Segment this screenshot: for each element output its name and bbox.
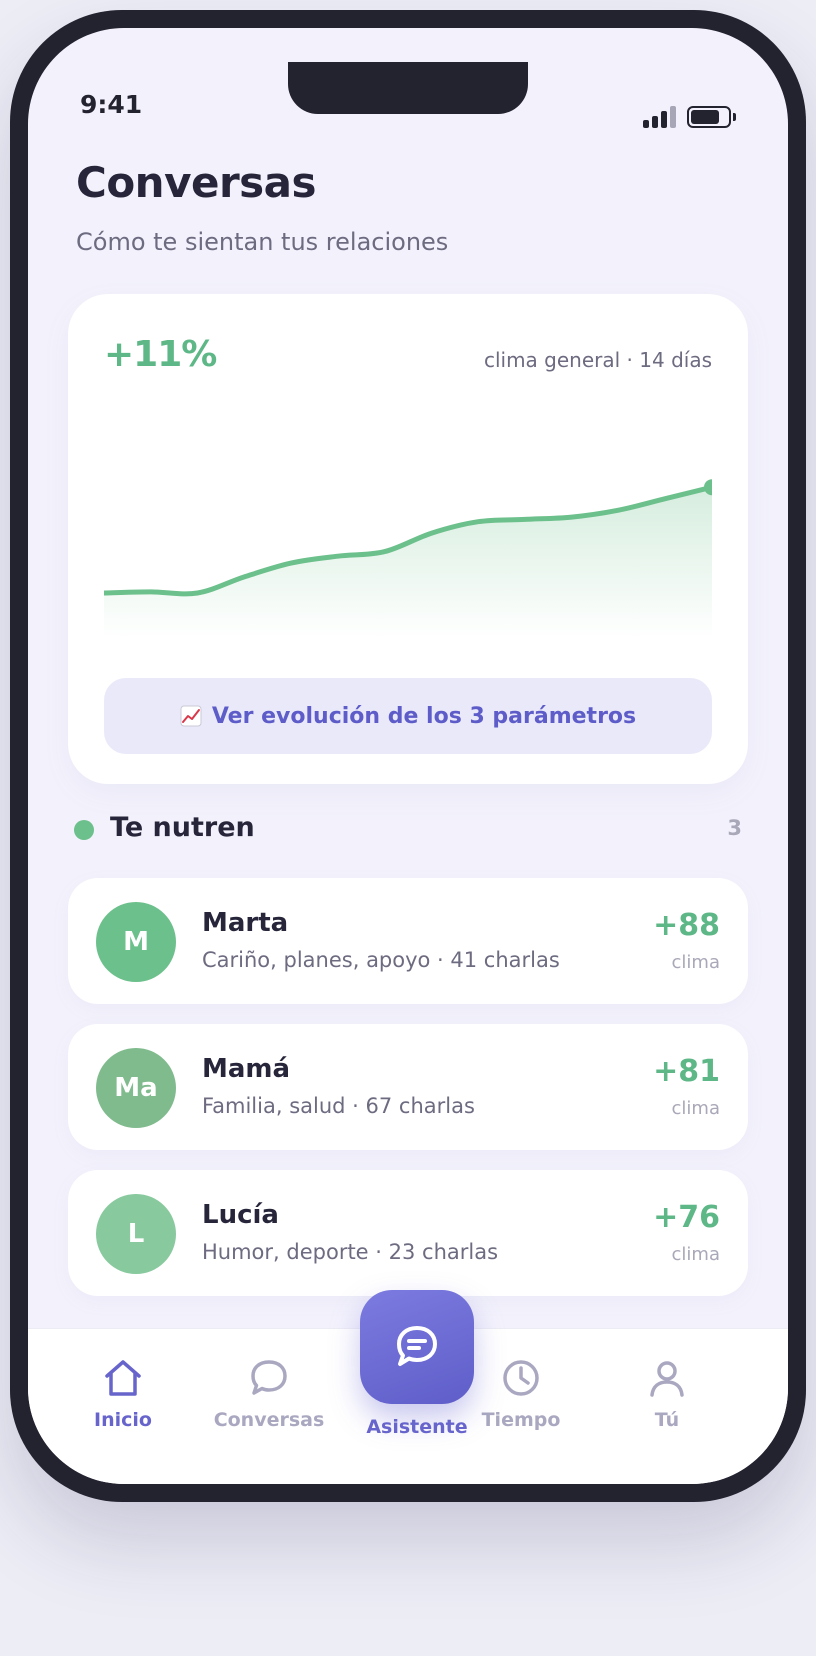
- contact-card-marta[interactable]: M Marta Cariño, planes, apoyo · 41 charl…: [68, 878, 748, 1004]
- assistant-chat-icon: [397, 1326, 437, 1366]
- section-title: Te nutren: [110, 812, 255, 843]
- contact-score-label: clima: [671, 1098, 720, 1119]
- app-screen: 9:41 Conversas Cómo te sientan tus relac…: [28, 28, 788, 1484]
- chat-bubble-icon: [251, 1360, 287, 1395]
- tab-inicio[interactable]: Inicio: [58, 1357, 188, 1431]
- chart-caption: clima general · 14 días: [483, 348, 712, 372]
- home-icon: [105, 1360, 141, 1396]
- status-indicators: [643, 106, 736, 128]
- contact-name: Lucía: [202, 1200, 279, 1230]
- tab-label: Tú: [654, 1409, 680, 1431]
- tab-conversas[interactable]: Conversas: [204, 1357, 334, 1431]
- clock-icon: [503, 1360, 539, 1396]
- avatar: L: [96, 1194, 176, 1274]
- contact-description: Familia, salud · 67 charlas: [202, 1094, 475, 1118]
- contact-name: Marta: [202, 908, 289, 938]
- page-title: Conversas: [76, 158, 317, 207]
- contact-card-lucia[interactable]: L Lucía Humor, deporte · 23 charlas +76 …: [68, 1170, 748, 1296]
- assistant-label: Asistente: [366, 1416, 468, 1438]
- mood-trend-chart: [104, 479, 712, 639]
- avatar: M: [96, 902, 176, 982]
- device-notch: [288, 62, 528, 114]
- contact-score: +88: [653, 908, 720, 943]
- section-count: 3: [727, 816, 742, 840]
- view-evolution-label: Ver evolución de los 3 parámetros: [211, 703, 637, 729]
- section-header-nourish: Te nutren 3: [74, 810, 742, 850]
- section-status-dot: [74, 820, 94, 840]
- chart-increasing-icon: [180, 705, 202, 727]
- signal-icon: [643, 106, 677, 128]
- page-subtitle: Cómo te sientan tus relaciones: [76, 228, 449, 256]
- contact-score-label: clima: [671, 952, 720, 973]
- avatar: Ma: [96, 1048, 176, 1128]
- phone-frame: 9:41 Conversas Cómo te sientan tus relac…: [10, 10, 806, 1502]
- contact-name: Mamá: [202, 1054, 291, 1084]
- contact-description: Cariño, planes, apoyo · 41 charlas: [202, 948, 560, 972]
- assistant-button[interactable]: [360, 1290, 474, 1404]
- contact-score: +81: [653, 1054, 720, 1089]
- user-icon: [650, 1361, 684, 1397]
- mood-change-value: +11%: [104, 334, 217, 375]
- contact-card-mama[interactable]: Ma Mamá Familia, salud · 67 charlas +81 …: [68, 1024, 748, 1150]
- battery-icon: [687, 106, 736, 128]
- tab-label: Conversas: [213, 1409, 325, 1431]
- contact-score-label: clima: [671, 1244, 720, 1265]
- contact-description: Humor, deporte · 23 charlas: [202, 1240, 499, 1264]
- tab-label: Inicio: [94, 1409, 152, 1431]
- mood-trend-card: +11% clima general · 14 días Ver evoluci…: [68, 294, 748, 784]
- contact-score: +76: [653, 1200, 720, 1235]
- view-evolution-button[interactable]: Ver evolución de los 3 parámetros: [104, 678, 712, 754]
- status-time: 9:41: [80, 90, 143, 119]
- tab-tu[interactable]: Tú: [602, 1357, 732, 1431]
